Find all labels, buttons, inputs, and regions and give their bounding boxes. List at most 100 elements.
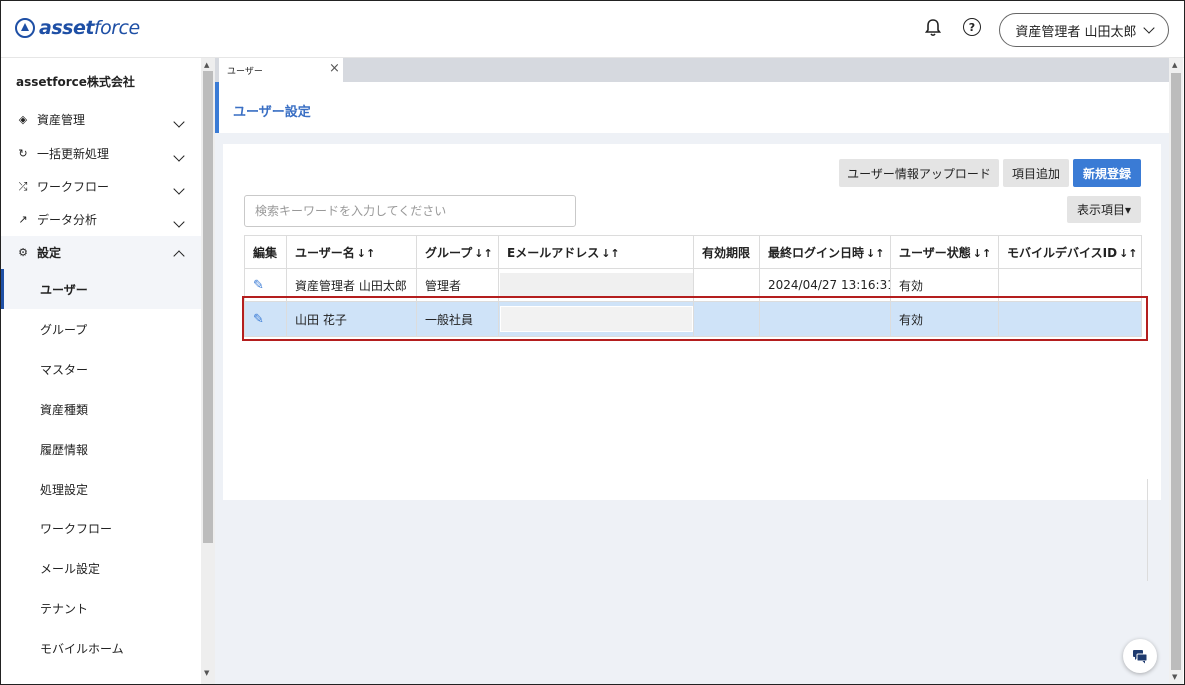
- sidebar-item-label: 資産管理: [37, 113, 86, 127]
- user-menu-label: 資産管理者 山田太郎: [1015, 24, 1137, 40]
- user-menu-button[interactable]: 資産管理者 山田太郎: [999, 13, 1169, 47]
- page-title: ユーザー設定: [233, 105, 311, 120]
- tab-label: ユーザー: [227, 66, 263, 77]
- assetforce-logo[interactable]: assetforce: [15, 17, 140, 39]
- sidebar-subitem-history[interactable]: 履歴情報: [1, 429, 201, 469]
- main-area: ユーザー × ユーザー設定 ユーザー情報アップロード 項目追加 新規登録 表示項…: [215, 58, 1169, 684]
- header-label: モバイルデバイスID: [1007, 245, 1118, 260]
- add-field-button[interactable]: 項目追加: [1003, 159, 1069, 187]
- scroll-up-icon[interactable]: ▲: [1172, 61, 1177, 69]
- top-header: assetforce ? 資産管理者 山田太郎: [1, 1, 1184, 58]
- column-header-device-id[interactable]: モバイルデバイスID ↓↑: [998, 235, 1142, 269]
- chevron-down-icon: [173, 216, 185, 228]
- sidebar-subitem-groups[interactable]: グループ: [1, 309, 201, 349]
- help-icon[interactable]: ?: [963, 18, 981, 36]
- sidebar-item-asset-management[interactable]: ◈ 資産管理: [1, 103, 201, 136]
- sidebar-subitem-mobile-home[interactable]: モバイルホーム: [1, 628, 201, 668]
- scroll-down-icon[interactable]: ▼: [1172, 673, 1177, 681]
- cell-status: 有効: [890, 301, 999, 337]
- sidebar-item-settings[interactable]: ⚙ 設定: [1, 236, 201, 269]
- chevron-down-icon: [173, 116, 185, 128]
- chevron-down-icon: [173, 183, 185, 195]
- cell-expiry: [693, 301, 760, 337]
- sidebar-item-label: 一括更新処理: [37, 147, 110, 161]
- close-icon[interactable]: ×: [329, 61, 340, 76]
- sort-icon[interactable]: ↓↑: [601, 247, 619, 260]
- analytics-icon: ↗: [18, 213, 28, 226]
- header-label: ユーザー名: [295, 245, 355, 260]
- sort-icon[interactable]: ↓↑: [474, 247, 492, 260]
- masked-email: [500, 273, 693, 297]
- scroll-down-icon[interactable]: ▼: [204, 669, 209, 677]
- edit-icon[interactable]: ✎: [244, 301, 287, 337]
- sidebar-subitem-asset-types[interactable]: 資産種類: [1, 389, 201, 429]
- sidebar-item-label: ワークフロー: [37, 180, 110, 194]
- tab-users[interactable]: ユーザー ×: [219, 58, 343, 82]
- sidebar: assetforce株式会社 ◈ 資産管理 ↻ 一括更新処理 ⤮ ワークフロー …: [1, 58, 201, 684]
- bell-icon[interactable]: [923, 18, 943, 38]
- sidebar-subitem-workflow[interactable]: ワークフロー: [1, 508, 201, 548]
- upload-user-info-button[interactable]: ユーザー情報アップロード: [839, 159, 999, 187]
- page-header: ユーザー設定: [215, 82, 1169, 133]
- cell-last-login: 2024/04/27 13:16:31: [759, 268, 891, 302]
- sort-icon[interactable]: ↓↑: [866, 247, 884, 260]
- cell-expiry: [693, 268, 760, 302]
- sidebar-item-data-analysis[interactable]: ↗ データ分析: [1, 203, 201, 236]
- sidebar-subitem-process-settings[interactable]: 処理設定: [1, 469, 201, 509]
- cell-group: 管理者: [416, 268, 499, 302]
- display-items-dropdown[interactable]: 表示項目▾: [1067, 196, 1141, 223]
- cell-last-login: [759, 301, 891, 337]
- cell-device-id: [998, 268, 1142, 302]
- column-header-email[interactable]: Eメールアドレス ↓↑: [498, 235, 694, 269]
- company-name: assetforce株式会社: [16, 75, 135, 89]
- column-header-status[interactable]: ユーザー状態 ↓↑: [890, 235, 999, 269]
- sidebar-subitem-label: ワークフロー: [40, 521, 113, 536]
- gear-icon: ⚙: [18, 246, 28, 259]
- sidebar-subitem-label: グループ: [40, 322, 88, 337]
- sort-icon[interactable]: ↓↑: [973, 247, 991, 260]
- sidebar-subitem-label: モバイルホーム: [40, 641, 124, 656]
- table-row-selected[interactable]: ✎ 山田 花子 一般社員 有効: [244, 301, 1142, 337]
- chat-icon[interactable]: [1123, 639, 1157, 673]
- logo-text-light: force: [93, 17, 140, 39]
- header-label: 有効期限: [702, 245, 751, 260]
- search-input[interactable]: [244, 195, 576, 227]
- sidebar-subitem-mail-settings[interactable]: メール設定: [1, 548, 201, 588]
- sidebar-item-bulk-update[interactable]: ↻ 一括更新処理: [1, 137, 201, 170]
- sidebar-subitem-users[interactable]: ユーザー: [1, 269, 201, 309]
- cell-device-id: [998, 301, 1142, 337]
- sidebar-item-workflow[interactable]: ⤮ ワークフロー: [1, 170, 201, 203]
- users-table: 編集 ユーザー名 ↓↑ グループ ↓↑ Eメールアドレス ↓↑ 有効期限 最終ログイン…: [244, 235, 1142, 337]
- cell-username: 資産管理者 山田太郎: [286, 268, 417, 302]
- sidebar-subitem-label: メール設定: [40, 561, 101, 576]
- sidebar-subitem-label: 処理設定: [40, 482, 89, 497]
- cell-email: [498, 268, 694, 302]
- column-header-last-login[interactable]: 最終ログイン日時 ↓↑: [759, 235, 891, 269]
- header-label: 編集: [253, 245, 278, 260]
- main-scrollbar-thumb[interactable]: [1171, 73, 1181, 670]
- chevron-up-icon: [173, 250, 185, 262]
- logo-text-bold: asset: [39, 17, 94, 39]
- edit-icon[interactable]: ✎: [244, 268, 287, 302]
- cell-username: 山田 花子: [286, 301, 417, 337]
- sidebar-subitem-master[interactable]: マスター: [1, 349, 201, 389]
- app-window: assetforce ? 資産管理者 山田太郎 assetforce株式会社 ◈…: [0, 0, 1185, 685]
- new-register-button[interactable]: 新規登録: [1073, 159, 1141, 187]
- scroll-up-icon[interactable]: ▲: [204, 61, 209, 69]
- table-row[interactable]: ✎ 資産管理者 山田太郎 管理者 2024/04/27 13:16:31 有効: [244, 268, 1142, 302]
- sort-icon[interactable]: ↓↑: [1119, 247, 1137, 260]
- sidebar-subitem-label: テナント: [40, 601, 89, 616]
- cell-group: 一般社員: [416, 301, 499, 337]
- tab-bar: ユーザー ×: [215, 58, 1169, 82]
- column-header-group[interactable]: グループ ↓↑: [416, 235, 499, 269]
- sidebar-item-label: データ分析: [37, 213, 98, 227]
- column-header-username[interactable]: ユーザー名 ↓↑: [286, 235, 417, 269]
- sidebar-scrollbar-thumb[interactable]: [203, 71, 213, 543]
- sidebar-subitem-label: マスター: [40, 362, 89, 377]
- sort-icon[interactable]: ↓↑: [357, 247, 375, 260]
- header-label: ユーザー状態: [899, 245, 971, 260]
- cell-email: [498, 301, 694, 337]
- table-header-row: 編集 ユーザー名 ↓↑ グループ ↓↑ Eメールアドレス ↓↑ 有効期限 最終ログイン…: [244, 235, 1142, 269]
- sidebar-subitem-label: 履歴情報: [40, 442, 89, 457]
- sidebar-subitem-tenant[interactable]: テナント: [1, 588, 201, 628]
